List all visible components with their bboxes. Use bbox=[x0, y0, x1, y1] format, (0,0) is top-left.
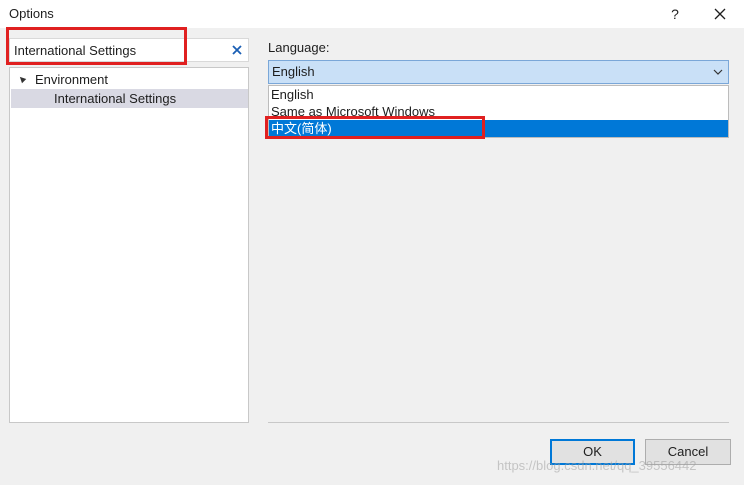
options-dialog: Options ? Environment International Sett… bbox=[0, 0, 744, 485]
language-option-windows[interactable]: Same as Microsoft Windows bbox=[269, 103, 728, 120]
expanded-arrow-icon[interactable] bbox=[17, 74, 27, 84]
search-box bbox=[9, 38, 249, 62]
watermark: https://blog.csdn.net/qq_39556442 bbox=[497, 458, 697, 473]
language-selected-value: English bbox=[272, 64, 315, 79]
tree-item-environment[interactable]: Environment bbox=[11, 70, 248, 89]
search-input[interactable] bbox=[14, 42, 224, 59]
language-option-chinese-simplified[interactable]: 中文(简体) bbox=[269, 120, 728, 137]
title-bar: Options ? bbox=[0, 0, 744, 28]
language-dropdown-list: English Same as Microsoft Windows 中文(简体) bbox=[268, 85, 729, 138]
chevron-down-icon bbox=[713, 69, 723, 75]
clear-icon bbox=[232, 45, 242, 55]
clear-search-button[interactable] bbox=[231, 44, 243, 56]
language-label: Language: bbox=[268, 40, 330, 55]
language-combobox[interactable]: English bbox=[268, 60, 729, 84]
divider bbox=[268, 422, 729, 423]
help-button[interactable]: ? bbox=[661, 3, 689, 25]
language-option-english[interactable]: English bbox=[269, 86, 728, 103]
tree-item-label: Environment bbox=[35, 72, 108, 87]
close-button[interactable] bbox=[706, 3, 734, 25]
options-tree: Environment International Settings bbox=[9, 67, 249, 423]
tree-item-international-settings[interactable]: International Settings bbox=[11, 89, 248, 108]
tree-item-label: International Settings bbox=[54, 91, 177, 106]
window-title: Options bbox=[9, 6, 54, 21]
close-icon bbox=[714, 8, 726, 20]
